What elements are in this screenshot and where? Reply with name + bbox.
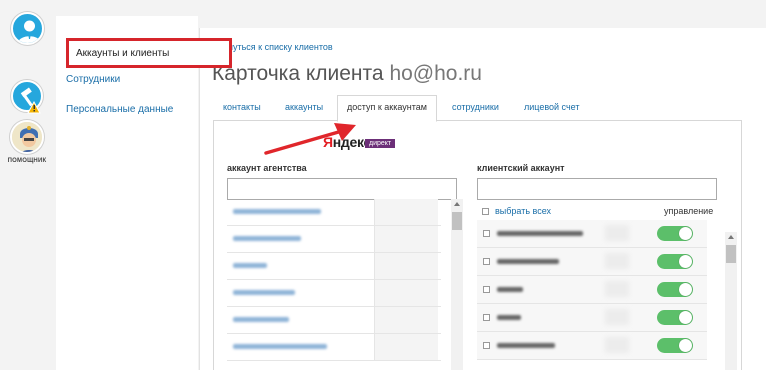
scroll-up-icon[interactable] — [728, 235, 734, 239]
list-item[interactable] — [477, 220, 707, 248]
row-checkbox[interactable] — [483, 286, 490, 293]
row-checkbox[interactable] — [483, 314, 490, 321]
user-avatar-icon[interactable] — [11, 12, 44, 45]
select-all-checkbox[interactable]: выбрать всех — [482, 206, 551, 216]
access-toggle[interactable] — [657, 338, 693, 353]
agency-account-search-input[interactable] — [227, 178, 457, 200]
helper-label: ПОМОЩНИК — [7, 158, 47, 164]
agency-account-label: аккаунт агентства — [227, 163, 307, 173]
account-access-panel: Яндекс директ аккаунт агентства клиентск… — [213, 121, 742, 370]
client-email: ho@ho.ru — [389, 62, 482, 85]
scroll-thumb[interactable] — [452, 212, 462, 230]
menu-item-accounts-clients[interactable]: Аккаунты и клиенты — [66, 38, 232, 68]
access-toggle[interactable] — [657, 282, 693, 297]
left-rail: ПОМОЩНИК — [0, 0, 54, 370]
client-account-label: клиентский аккаунт — [477, 163, 565, 173]
client-account-list[interactable] — [477, 220, 707, 370]
list-item[interactable] — [477, 248, 707, 276]
list-item[interactable] — [227, 253, 441, 280]
list-item[interactable] — [477, 304, 707, 332]
settings-menu: Аккаунты и клиенты Сотрудники Персональн… — [56, 16, 232, 370]
direct-badge: директ — [365, 139, 396, 148]
menu-item-employees[interactable]: Сотрудники — [66, 74, 120, 85]
client-tabs: контакты аккаунты доступ к аккаунтам сот… — [213, 95, 742, 122]
agency-list-scrollbar[interactable] — [451, 199, 463, 370]
list-item[interactable] — [227, 334, 441, 361]
client-card: Вернуться к списку клиентов Карточка кли… — [199, 28, 766, 370]
access-toggle[interactable] — [657, 254, 693, 269]
client-list-scrollbar[interactable] — [725, 232, 737, 370]
tab-accounts[interactable]: аккаунты — [285, 102, 323, 112]
menu-item-personal-data[interactable]: Персональные данные — [66, 104, 173, 115]
list-item[interactable] — [227, 307, 441, 334]
list-item[interactable] — [227, 199, 441, 226]
yandex-logo: Яндекс — [323, 134, 372, 150]
access-toggle[interactable] — [657, 226, 693, 241]
row-checkbox[interactable] — [483, 230, 490, 237]
manage-column-label: управление — [664, 206, 714, 216]
client-account-search-input[interactable] — [477, 178, 717, 200]
scroll-up-icon[interactable] — [454, 202, 460, 206]
tab-account-access[interactable]: доступ к аккаунтам — [337, 95, 437, 122]
helper-character-icon[interactable] — [10, 120, 44, 154]
tab-contacts[interactable]: контакты — [223, 102, 261, 112]
page-title-text: Карточка клиента — [212, 62, 384, 85]
page-title: Карточка клиента ho@ho.ru — [212, 62, 482, 86]
access-toggle[interactable] — [657, 310, 693, 325]
row-checkbox[interactable] — [483, 258, 490, 265]
list-item[interactable] — [227, 280, 441, 307]
hammer-warning-icon[interactable] — [11, 80, 43, 114]
list-item[interactable] — [477, 276, 707, 304]
row-checkbox[interactable] — [483, 342, 490, 349]
agency-account-list[interactable] — [227, 199, 441, 370]
scroll-thumb[interactable] — [726, 245, 736, 263]
list-item[interactable] — [477, 332, 707, 360]
list-item[interactable] — [227, 226, 441, 253]
tab-employees[interactable]: сотрудники — [452, 102, 499, 112]
tab-personal-account[interactable]: лицевой счет — [524, 102, 579, 112]
